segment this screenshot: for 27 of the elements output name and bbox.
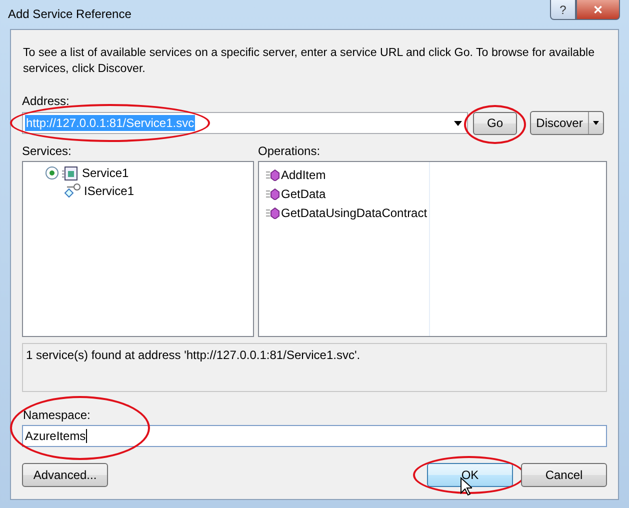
discover-button[interactable]: Discover xyxy=(530,111,604,135)
tree-item[interactable]: Service1 xyxy=(23,162,253,182)
address-value: http://127.0.0.1:81/Service1.svc xyxy=(25,115,196,131)
namespace-label: Namespace: xyxy=(23,408,92,422)
method-icon xyxy=(266,206,280,218)
dropdown-arrow-icon[interactable] xyxy=(593,121,599,125)
instructions-text: To see a list of available services on a specific server, enter a service URL and click Go. To browse for available services, click Discover. xyxy=(23,45,596,77)
go-button[interactable]: Go xyxy=(473,112,517,134)
address-label: Address: xyxy=(22,94,70,108)
cancel-button[interactable]: Cancel xyxy=(521,463,607,487)
services-label: Services: xyxy=(22,144,72,158)
list-item[interactable]: GetData xyxy=(259,184,429,203)
dropdown-arrow-icon[interactable] xyxy=(454,120,462,126)
operations-label: Operations: xyxy=(258,144,322,158)
method-icon xyxy=(266,188,280,200)
namespace-field[interactable]: AzureItems xyxy=(22,425,607,447)
interface-icon xyxy=(63,183,81,199)
help-button[interactable]: ? xyxy=(550,0,576,20)
list-item[interactable]: AddItem xyxy=(259,165,429,184)
ok-button[interactable]: OK xyxy=(427,463,513,487)
status-text: 1 service(s) found at address 'http://127.0.0.1:81/Service1.svc'. xyxy=(22,343,607,392)
advanced-button[interactable]: Advanced... xyxy=(22,463,108,487)
window-title: Add Service Reference xyxy=(8,7,132,21)
tree-item[interactable]: IService1 xyxy=(23,182,253,200)
method-icon xyxy=(266,168,280,180)
service-icon xyxy=(45,165,79,181)
list-item[interactable]: GetDataUsingDataContract xyxy=(259,203,429,222)
